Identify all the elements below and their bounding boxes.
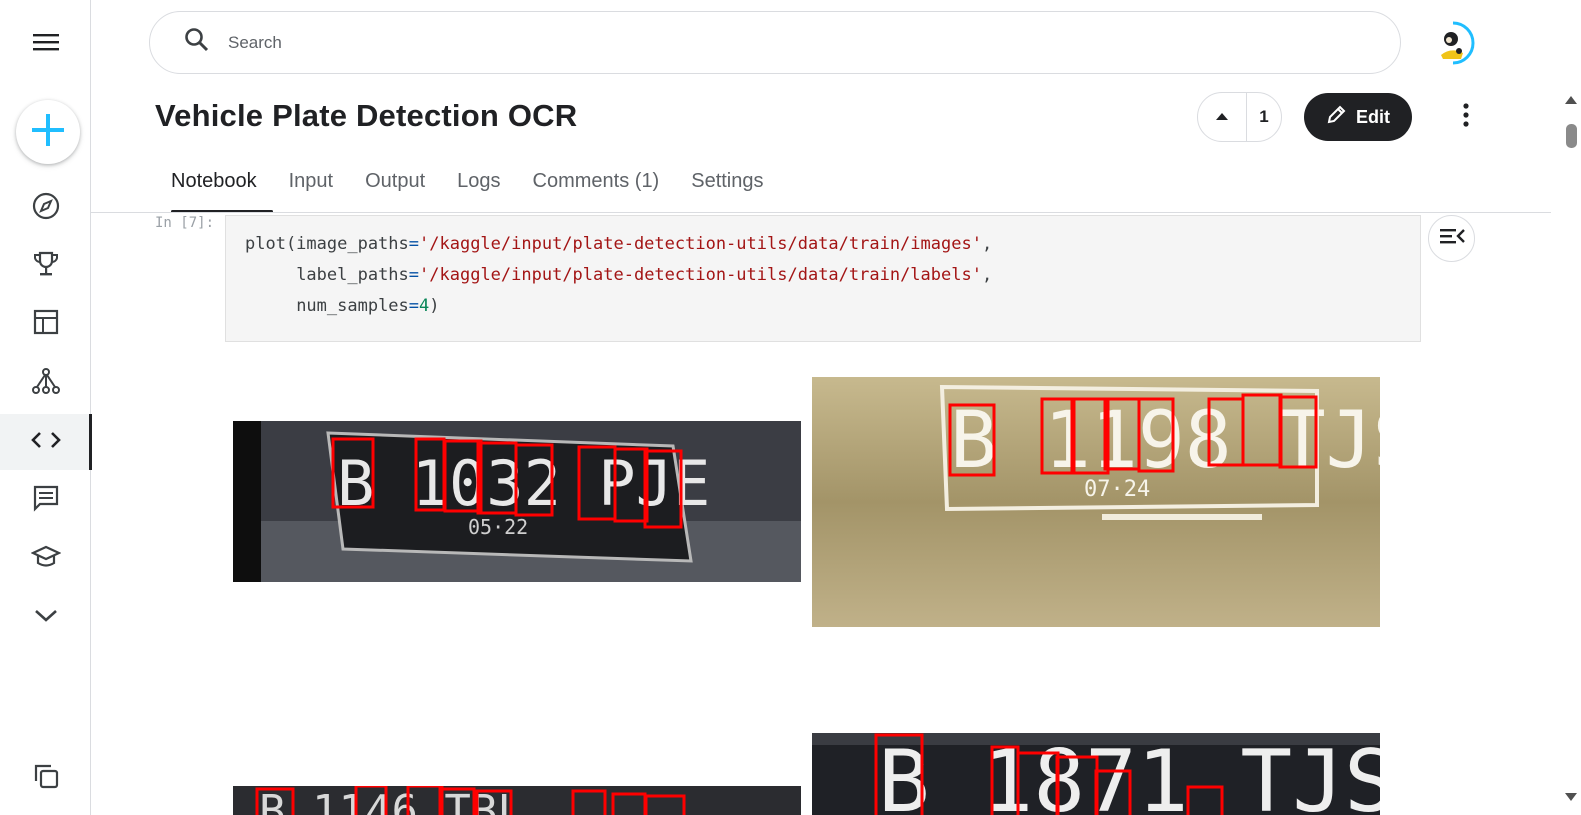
search-bar[interactable] — [149, 11, 1401, 74]
tab-input[interactable]: Input — [273, 160, 349, 213]
output-image-3: B 1146 TBL — [233, 786, 801, 815]
code-token: plot(image_paths — [245, 234, 409, 254]
view-active-events-icon — [32, 762, 60, 795]
toc-collapse-icon — [1439, 226, 1465, 251]
sidebar-item-active-events[interactable] — [0, 750, 91, 806]
code-string: '/kaggle/input/plate-detection-utils/dat… — [419, 265, 982, 285]
search-icon — [184, 27, 210, 58]
table-icon — [32, 308, 60, 341]
create-plus-icon — [30, 112, 66, 153]
caret-up-icon — [1215, 108, 1229, 126]
create-button[interactable] — [16, 100, 80, 164]
sidebar-item-competitions[interactable] — [0, 238, 91, 294]
sidebar-item-datasets[interactable] — [0, 296, 91, 352]
upvote-control: 1 — [1197, 92, 1282, 142]
scrollbar[interactable] — [1561, 90, 1581, 815]
sidebar-item-home[interactable] — [0, 180, 91, 236]
cell-prompt: In [7]: — [155, 215, 215, 231]
table-of-contents-button[interactable] — [1428, 215, 1475, 262]
output-image-2: B 1198 TJS 07·24 — [812, 377, 1380, 627]
upvote-button[interactable] — [1198, 93, 1247, 141]
sidebar-item-models[interactable] — [0, 355, 91, 411]
tab-logs[interactable]: Logs — [441, 160, 516, 213]
edit-button-label: Edit — [1356, 106, 1390, 127]
upvote-count[interactable]: 1 — [1247, 93, 1281, 141]
code-number: 4 — [419, 296, 430, 316]
tab-notebook[interactable]: Notebook — [155, 160, 273, 213]
code-token: label_paths — [296, 265, 409, 285]
search-input[interactable] — [228, 32, 1128, 53]
sidebar-item-learn[interactable] — [0, 531, 91, 587]
output-image-1: B 1032 PJE 05·22 — [233, 421, 801, 582]
compass-icon — [32, 192, 60, 225]
sidebar-item-more[interactable] — [0, 590, 91, 646]
code-cell[interactable]: plot(image_paths='/kaggle/input/plate-de… — [225, 215, 1421, 342]
trophy-icon — [32, 250, 60, 283]
svg-text:B 1032 PJE: B 1032 PJE — [337, 447, 710, 520]
code-operator: = — [408, 265, 420, 285]
code-operator: = — [408, 234, 420, 254]
more-options-button[interactable] — [1451, 101, 1481, 133]
tabs-divider — [91, 212, 1551, 213]
code-string: '/kaggle/input/plate-detection-utils/dat… — [419, 234, 982, 254]
sidebar-item-code[interactable] — [0, 414, 92, 470]
notebook-tabs: Notebook Input Output Logs Comments (1) … — [155, 160, 780, 213]
edit-button[interactable]: Edit — [1304, 93, 1412, 141]
more-vert-icon — [1463, 102, 1469, 132]
tab-settings[interactable]: Settings — [675, 160, 779, 213]
menu-icon[interactable] — [0, 14, 91, 70]
output-image-4: B 1871 TJS — [812, 733, 1380, 815]
model-graph-icon — [31, 367, 61, 400]
page-title: Vehicle Plate Detection OCR — [155, 98, 578, 133]
left-sidebar — [0, 0, 92, 815]
tab-output[interactable]: Output — [349, 160, 441, 213]
tab-comments[interactable]: Comments (1) — [517, 160, 676, 213]
svg-text:07·24: 07·24 — [1084, 477, 1150, 502]
learn-cap-icon — [29, 544, 62, 575]
chevron-down-icon — [33, 608, 59, 629]
sidebar-item-discussions[interactable] — [0, 472, 91, 528]
pencil-icon — [1326, 105, 1346, 130]
code-token: num_samples — [296, 296, 409, 316]
code-icon — [30, 430, 61, 455]
code-operator: = — [408, 296, 420, 316]
discussion-icon — [32, 484, 60, 517]
avatar[interactable] — [1431, 21, 1475, 65]
svg-text:05·22: 05·22 — [468, 515, 528, 539]
